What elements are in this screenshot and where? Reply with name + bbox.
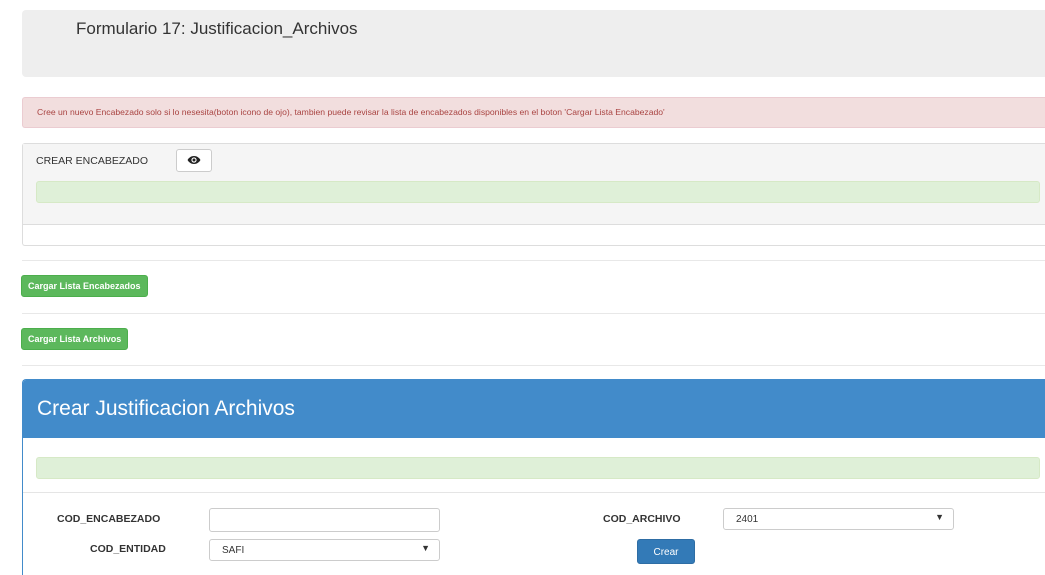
cod-encabezado-label: COD_ENCABEZADO	[57, 513, 161, 525]
encabezado-status-bar	[36, 181, 1040, 203]
crear-button[interactable]: Crear	[637, 539, 695, 564]
crear-encabezado-label: CREAR ENCABEZADO	[36, 155, 149, 167]
cod-archivo-select[interactable]: 2401 ▼	[723, 508, 954, 530]
cargar-lista-encabezados-button[interactable]: Cargar Lista Encabezados	[21, 275, 148, 297]
page-title: Formulario 17: Justificacion_Archivos	[76, 19, 358, 38]
form-header: Formulario 17: Justificacion_Archivos	[22, 10, 1045, 77]
eye-icon	[187, 153, 201, 168]
crear-encabezado-body: CREAR ENCABEZADO	[23, 144, 1045, 225]
divider	[22, 313, 1045, 314]
crear-encabezado-panel: CREAR ENCABEZADO	[22, 143, 1045, 246]
panel-title: Crear Justificacion Archivos	[37, 397, 295, 420]
cod-entidad-value: SAFI	[222, 545, 245, 556]
divider	[23, 492, 1045, 493]
toggle-encabezado-button[interactable]	[176, 149, 212, 172]
cod-archivo-value: 2401	[736, 514, 759, 525]
divider	[22, 260, 1045, 261]
cargar-lista-archivos-button[interactable]: Cargar Lista Archivos	[21, 328, 129, 350]
divider	[22, 365, 1045, 366]
justificacion-status-bar	[36, 457, 1040, 479]
chevron-down-icon: ▼	[421, 543, 430, 553]
info-alert: Cree un nuevo Encabezado solo si lo nese…	[22, 97, 1045, 128]
panel-heading: Crear Justificacion Archivos	[23, 380, 1045, 438]
cod-entidad-select[interactable]: SAFI ▼	[209, 539, 440, 561]
cod-entidad-label: COD_ENTIDAD	[90, 543, 166, 555]
crear-justificacion-panel: Crear Justificacion Archivos COD_ENCABEZ…	[22, 379, 1045, 575]
cod-encabezado-input[interactable]	[209, 508, 440, 532]
chevron-down-icon: ▼	[935, 512, 944, 522]
cod-archivo-label: COD_ARCHIVO	[603, 513, 681, 525]
